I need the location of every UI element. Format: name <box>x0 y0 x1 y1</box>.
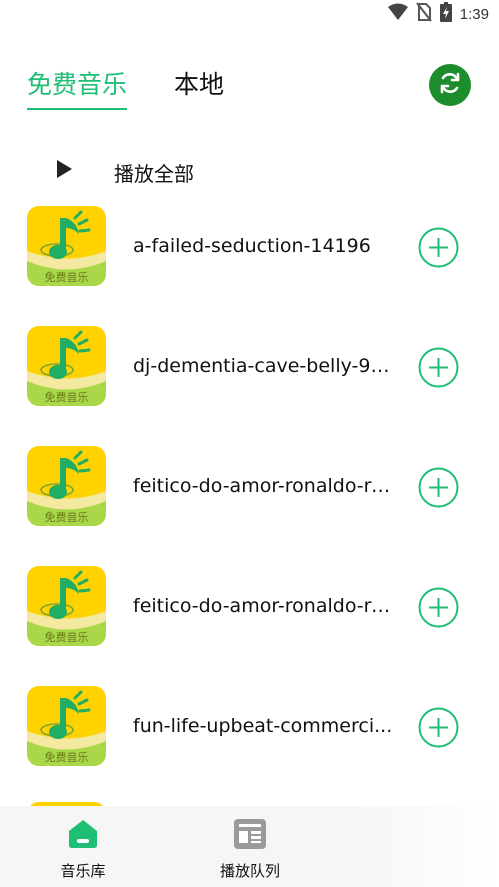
play-icon <box>55 159 73 183</box>
song-title: fun-life-upbeat-commerci... <box>133 715 393 737</box>
status-time: 1:39 <box>459 5 489 23</box>
song-title: feitico-do-amor-ronaldo-re... <box>133 475 395 497</box>
add-to-queue-button[interactable] <box>418 707 459 748</box>
play-all-button[interactable]: 播放全部 <box>55 152 194 190</box>
list-item[interactable]: 免费音乐 feitico-do-amor-ronaldo-re... <box>0 446 499 528</box>
song-title: feitico-do-amor-ronaldo-re... <box>133 595 395 617</box>
plus-circle-icon <box>418 707 459 752</box>
album-cover: 免费音乐 <box>27 566 106 646</box>
album-cover: 免费音乐 <box>27 446 106 526</box>
tab-label: 本地 <box>174 70 225 99</box>
plus-circle-icon <box>418 227 459 272</box>
album-cover: 免费音乐 <box>27 326 106 406</box>
add-to-queue-button[interactable] <box>418 587 459 628</box>
bottom-nav: 音乐库 播放队列 <box>0 806 499 887</box>
wifi-icon <box>387 3 408 25</box>
tab-underline <box>27 108 128 110</box>
play-all-label: 播放全部 <box>114 162 194 186</box>
nav-label: 音乐库 <box>60 862 106 880</box>
list-item[interactable]: 免费音乐 feitico-do-amor-ronaldo-re... <box>0 566 499 648</box>
status-bar: 1:39 <box>0 0 499 30</box>
refresh-button[interactable] <box>429 64 471 106</box>
tab-local[interactable]: 本地 <box>174 68 224 102</box>
add-to-queue-button[interactable] <box>418 227 459 268</box>
tab-free-music[interactable]: 免费音乐 <box>27 68 128 110</box>
plus-circle-icon <box>418 347 459 392</box>
queue-icon <box>233 818 267 854</box>
svg-text:免费音乐: 免费音乐 <box>45 270 89 284</box>
list-item[interactable]: 免费音乐 dj-dementia-cave-belly-95... <box>0 326 499 408</box>
add-to-queue-button[interactable] <box>418 347 459 388</box>
svg-text:免费音乐: 免费音乐 <box>45 750 89 764</box>
status-icons: 1:39 <box>387 2 489 26</box>
album-cover: 免费音乐 <box>27 206 106 286</box>
svg-text:免费音乐: 免费音乐 <box>45 390 89 404</box>
plus-circle-icon <box>418 587 459 632</box>
battery-charging-icon <box>439 2 452 26</box>
song-title: a-failed-seduction-14196 <box>133 235 371 257</box>
nav-label: 播放队列 <box>219 862 280 880</box>
svg-text:免费音乐: 免费音乐 <box>45 630 89 644</box>
list-item[interactable]: 免费音乐 a-failed-seduction-14196 <box>0 206 499 288</box>
header: 免费音乐 本地 <box>27 60 471 110</box>
nav-music-library[interactable]: 音乐库 <box>55 818 111 881</box>
album-cover: 免费音乐 <box>27 686 106 766</box>
tab-label: 免费音乐 <box>27 70 128 99</box>
list-item[interactable]: 免费音乐 fun-life-upbeat-commerci... <box>0 686 499 768</box>
home-icon <box>66 818 100 854</box>
add-to-queue-button[interactable] <box>418 467 459 508</box>
nav-play-queue[interactable]: 播放队列 <box>212 818 288 881</box>
song-title: dj-dementia-cave-belly-95... <box>133 355 395 377</box>
refresh-icon <box>437 70 463 100</box>
svg-text:免费音乐: 免费音乐 <box>45 510 89 524</box>
no-sim-icon <box>416 2 432 26</box>
plus-circle-icon <box>418 467 459 512</box>
